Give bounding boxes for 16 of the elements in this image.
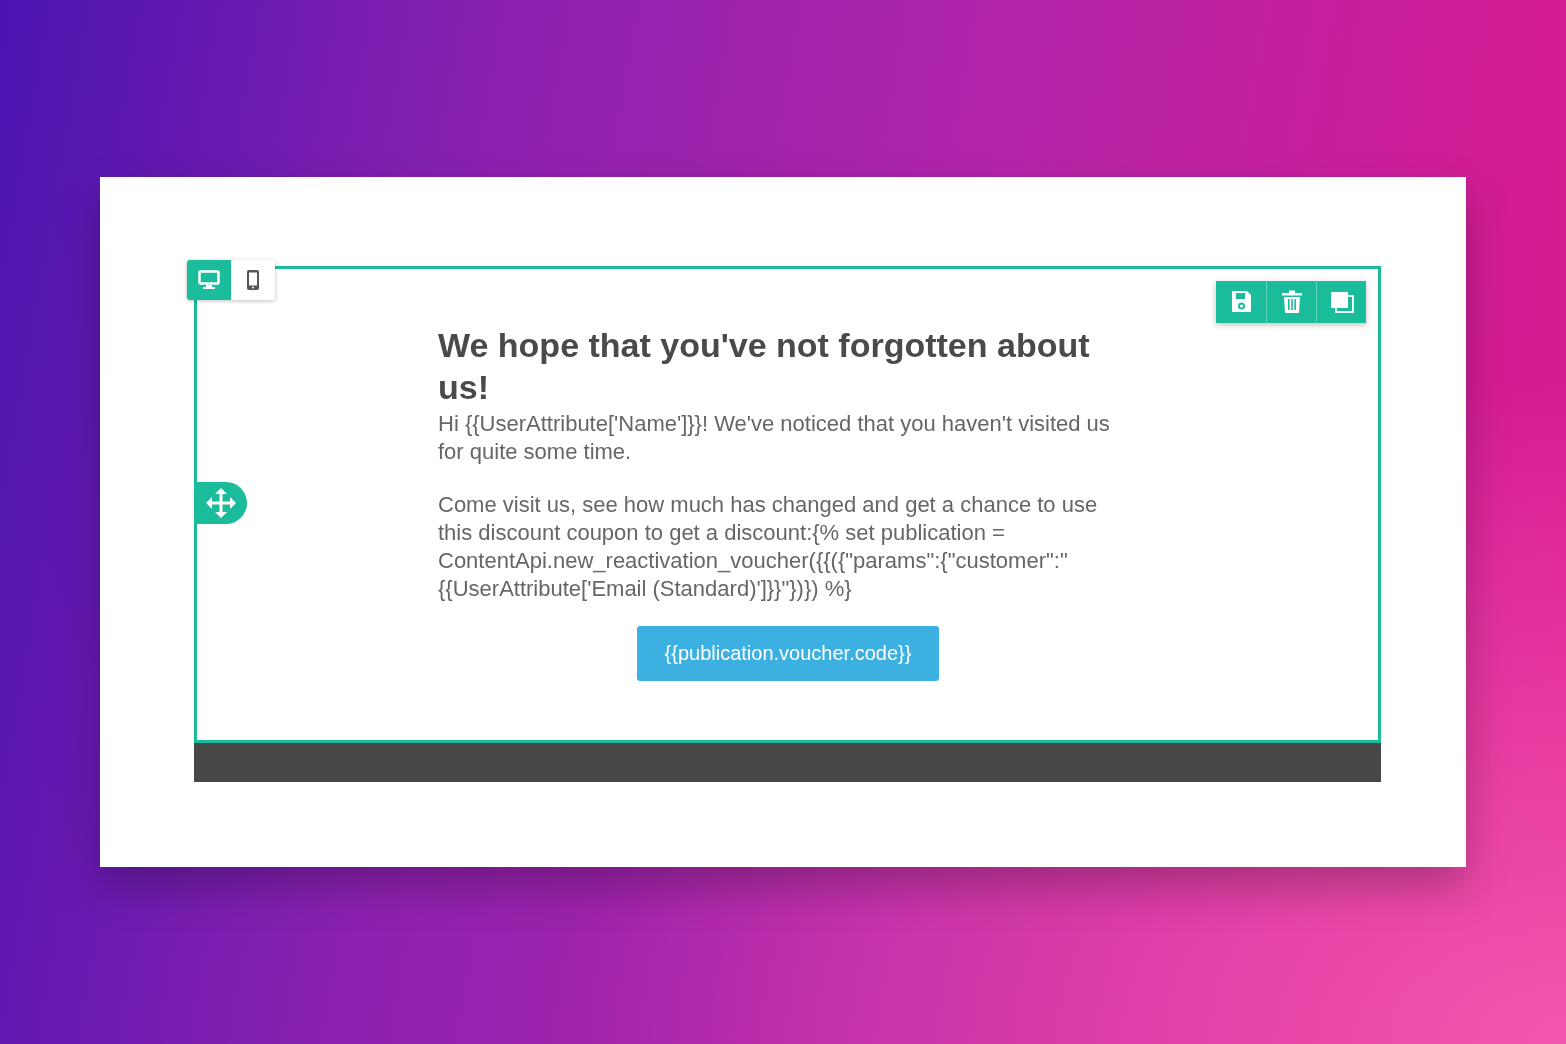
email-paragraph: Hi {{UserAttribute['Name']}}! We've noticed that you haven't visited us for quite some time. (438, 410, 1111, 466)
desktop-icon (198, 270, 220, 290)
save-button[interactable] (1216, 281, 1266, 323)
desktop-view-toggle[interactable] (187, 260, 231, 300)
duplicate-icon (1329, 291, 1354, 313)
delete-button[interactable] (1266, 281, 1316, 323)
mobile-phone-icon (246, 269, 260, 291)
email-heading: We hope that you've not forgotten about us! (438, 325, 1091, 408)
voucher-code-button[interactable]: {{publication.voucher.code}} (636, 626, 940, 681)
email-paragraph: Come visit us, see how much has changed and get a chance to use this discount coupon to get a discount:{% set publication = ContentApi.new_reactivation_voucher({{({"params":{"customer":"{{UserAttribute['Email (Standard)']}}"})}) %} (438, 491, 1099, 603)
save-icon (1230, 290, 1252, 314)
move-handle[interactable] (194, 482, 247, 524)
mobile-view-toggle[interactable] (231, 260, 275, 300)
duplicate-button[interactable] (1316, 281, 1366, 323)
trash-icon (1280, 290, 1303, 314)
move-icon (205, 488, 236, 518)
